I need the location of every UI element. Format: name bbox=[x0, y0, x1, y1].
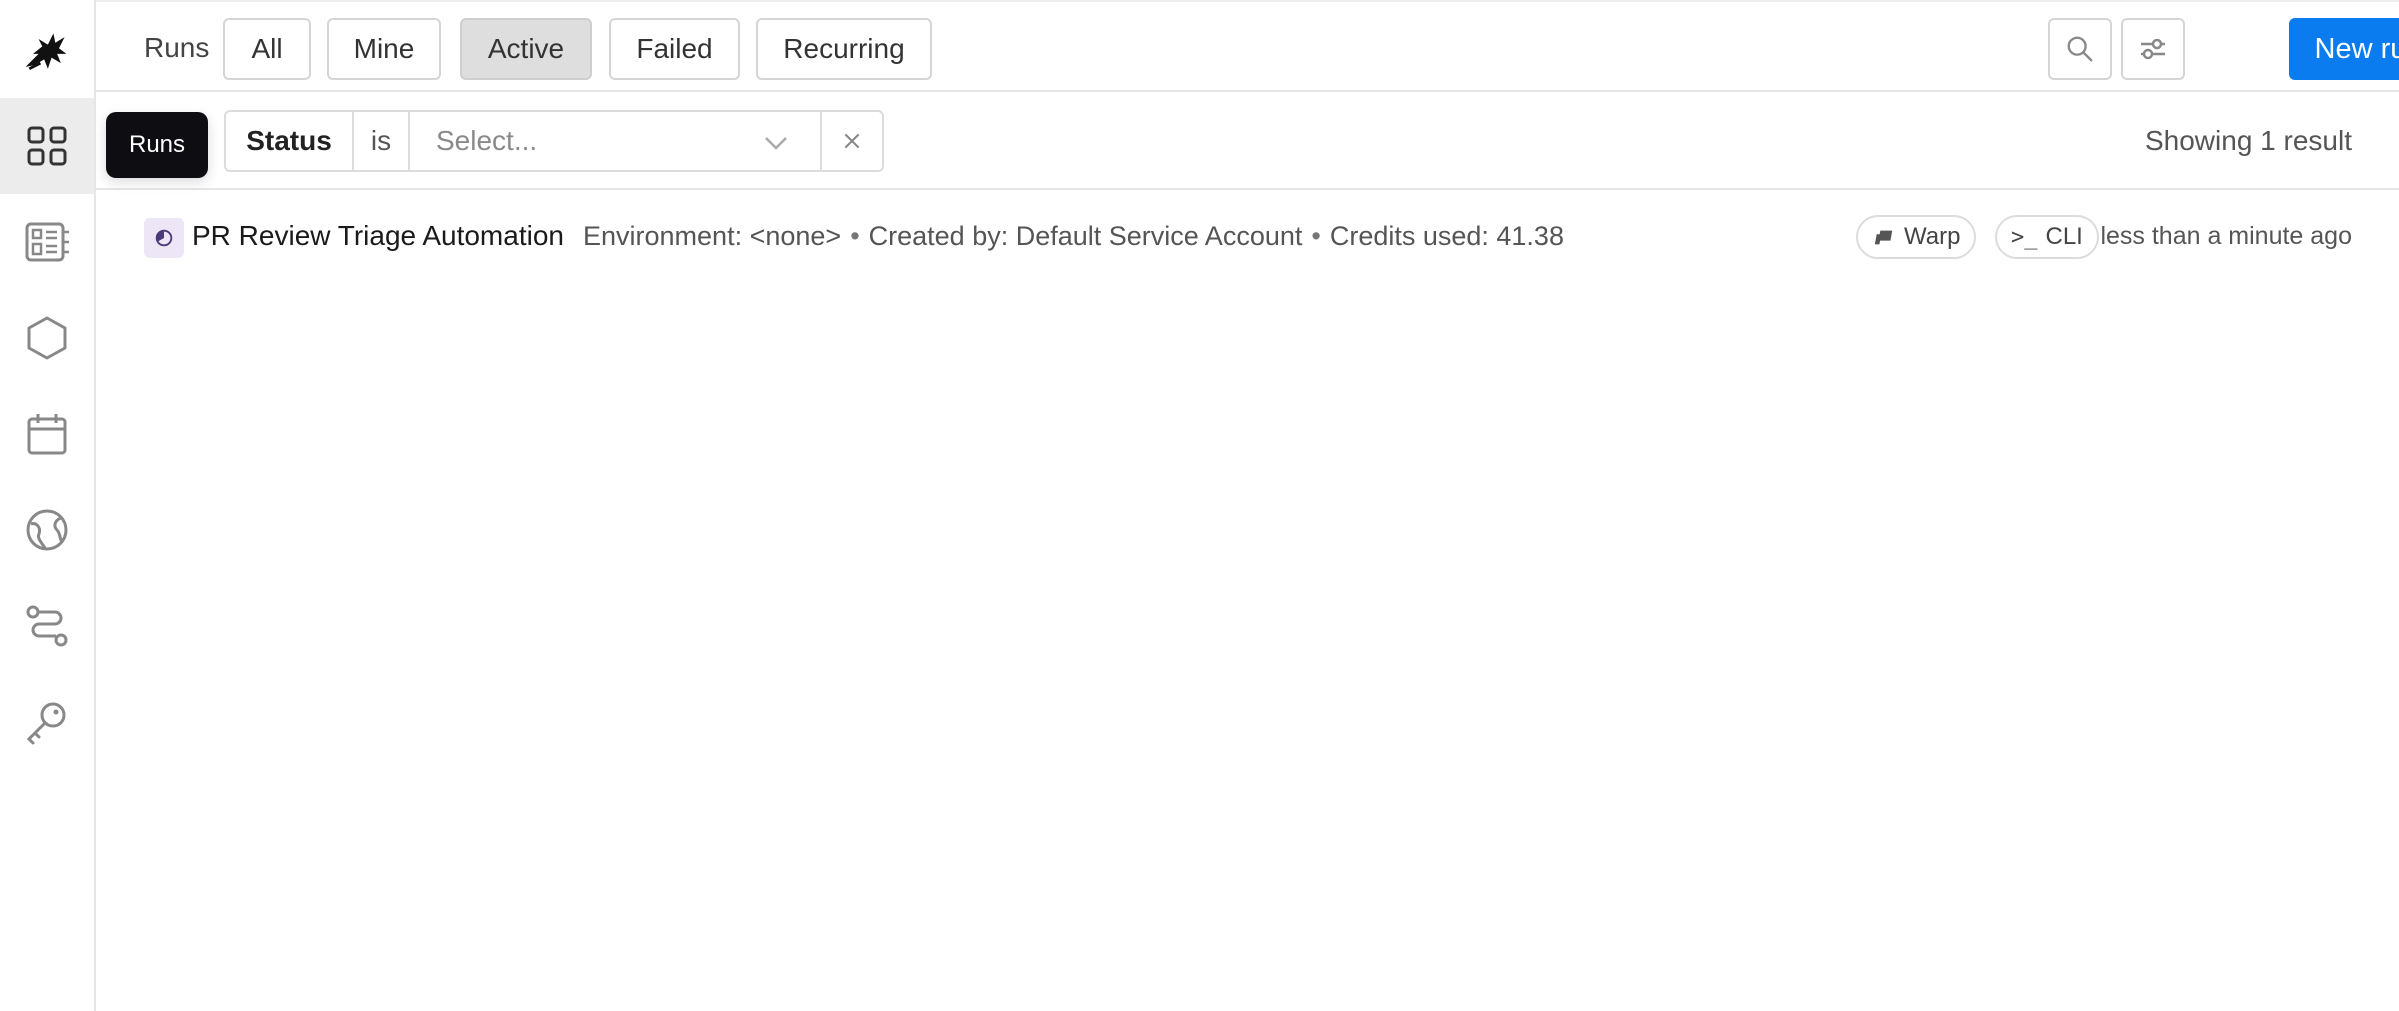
route-icon bbox=[26, 605, 68, 647]
warp-icon bbox=[1874, 230, 1893, 245]
sidebar-item-schedule[interactable] bbox=[0, 386, 94, 482]
sidebar-item-hexagon[interactable] bbox=[0, 290, 94, 386]
tab-all[interactable]: All bbox=[223, 18, 311, 80]
hexagon-icon bbox=[27, 316, 67, 360]
sidebar bbox=[0, 0, 96, 1011]
globe-icon bbox=[26, 509, 68, 551]
app-root: Runs All Mine Active Failed Recurring Ne… bbox=[0, 0, 2399, 1011]
run-credits: Credits used: 41.38 bbox=[1329, 221, 1564, 251]
key-icon bbox=[26, 702, 66, 745]
tab-recurring[interactable]: Recurring bbox=[756, 18, 932, 80]
sidebar-item-runs[interactable] bbox=[0, 98, 94, 194]
list-item[interactable]: PR Review Triage Automation Environment:… bbox=[96, 190, 2399, 282]
sidebar-item-routes[interactable] bbox=[0, 578, 94, 674]
filter-field-label[interactable]: Status bbox=[226, 112, 354, 170]
close-icon bbox=[844, 133, 860, 149]
dashboard-icon bbox=[25, 222, 69, 262]
filter-bar: Runs Status is Select... Showing 1 resul… bbox=[96, 92, 2399, 190]
filter-operator[interactable]: is bbox=[354, 112, 410, 170]
filter-settings-button[interactable] bbox=[2121, 18, 2185, 80]
search-icon bbox=[2067, 36, 2093, 62]
run-meta: Environment: <none> • Created by: Default … bbox=[583, 221, 1564, 251]
sidebar-item-dashboard[interactable] bbox=[0, 194, 94, 290]
run-timestamp: less than a minute ago bbox=[2100, 222, 2352, 250]
new-run-button[interactable]: New run bbox=[2289, 18, 2399, 80]
sidebar-item-globe[interactable] bbox=[0, 482, 94, 578]
search-button[interactable] bbox=[2048, 18, 2112, 80]
top-bar: Runs All Mine Active Failed Recurring Ne… bbox=[96, 0, 2399, 92]
tag-cli: >_ CLI bbox=[1995, 215, 2099, 259]
sliders-icon bbox=[2141, 38, 2165, 60]
status-icon bbox=[144, 218, 184, 258]
tab-mine[interactable]: Mine bbox=[327, 18, 441, 80]
progress-pie-icon bbox=[155, 229, 173, 247]
run-created-by: Created by: Default Service Account bbox=[868, 221, 1303, 251]
run-title[interactable]: PR Review Triage Automation bbox=[192, 190, 564, 282]
filter-value-select[interactable]: Select... bbox=[410, 112, 822, 170]
grid-icon bbox=[27, 126, 67, 166]
sidebar-item-keys[interactable] bbox=[0, 674, 94, 770]
calendar-icon bbox=[27, 414, 67, 455]
nav-tooltip: Runs bbox=[106, 112, 208, 178]
clear-filter-button[interactable] bbox=[822, 112, 882, 170]
tab-failed[interactable]: Failed bbox=[609, 18, 740, 80]
terminal-icon: >_ bbox=[2011, 224, 2038, 250]
chevron-down-icon bbox=[765, 137, 787, 150]
run-environment: Environment: <none> bbox=[583, 221, 842, 251]
status-filter: Status is Select... bbox=[224, 110, 884, 172]
page-title: Runs bbox=[144, 32, 210, 63]
select-placeholder: Select... bbox=[436, 125, 538, 156]
tab-active[interactable]: Active bbox=[460, 18, 592, 80]
result-count: Showing 1 result bbox=[2144, 125, 2352, 156]
dragon-logo[interactable] bbox=[18, 24, 74, 80]
tag-warp: Warp bbox=[1856, 215, 1977, 259]
